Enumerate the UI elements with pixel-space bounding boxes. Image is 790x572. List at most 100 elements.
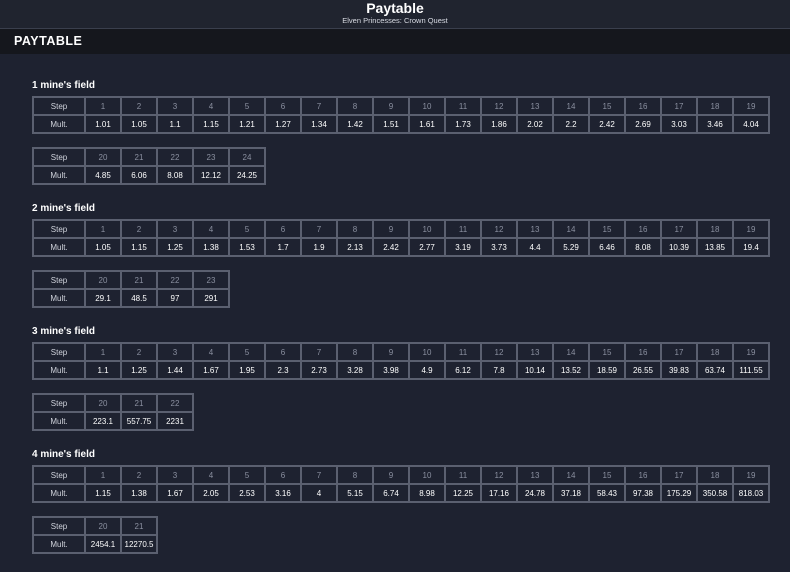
step-cell: 6 [265,97,301,115]
step-cell: 1 [85,97,121,115]
step-cell: 20 [85,394,121,412]
step-cell: 9 [373,466,409,484]
multiplier-cell: 3.19 [445,238,481,256]
multiplier-cell: 17.16 [481,484,517,502]
multiplier-cell: 1.05 [121,115,157,133]
step-row: Step 20 21 22 23 [33,271,229,289]
multiplier-row-label: Mult. [33,289,85,307]
step-cell: 10 [409,220,445,238]
multiplier-cell: 13.85 [697,238,733,256]
step-cell: 21 [121,148,157,166]
step-cell: 7 [301,220,337,238]
step-row: Step 1 2 3 4 5 6 7 8 9 10 11 12 13 14 15 16 17 18 19 [33,220,769,238]
step-cell: 20 [85,271,121,289]
multiplier-cell: 1.1 [85,361,121,379]
step-cell: 12 [481,97,517,115]
multiplier-cell: 12.25 [445,484,481,502]
multiplier-row-label: Mult. [33,361,85,379]
multiplier-cell: 10.14 [517,361,553,379]
step-cell: 4 [193,97,229,115]
multiplier-cell: 58.43 [589,484,625,502]
multiplier-cell: 1.67 [157,484,193,502]
step-cell: 6 [265,343,301,361]
step-cell: 17 [661,220,697,238]
multiplier-cell: 2.53 [229,484,265,502]
multiplier-cell: 2.3 [265,361,301,379]
step-cell: 5 [229,343,265,361]
step-row-label: Step [33,220,85,238]
multiplier-row-label: Mult. [33,238,85,256]
step-cell: 19 [733,466,769,484]
multiplier-cell: 1.86 [481,115,517,133]
multiplier-cell: 12.12 [193,166,229,184]
multiplier-cell: 5.15 [337,484,373,502]
step-cell: 13 [517,466,553,484]
multiplier-cell: 4.9 [409,361,445,379]
multiplier-cell: 1.01 [85,115,121,133]
mine-field-section: 2 mine's field Step 1 2 3 4 5 6 7 8 9 10 11 12 13 14 15 1… [32,202,772,325]
step-cell: 14 [553,466,589,484]
mine-field-section: 3 mine's field Step 1 2 3 4 5 6 7 8 9 10 11 12 13 14 15 1… [32,325,772,448]
multiplier-cell: 1.27 [265,115,301,133]
step-cell: 15 [589,466,625,484]
multiplier-cell: 8.08 [157,166,193,184]
step-row: Step 20 21 22 23 24 [33,148,265,166]
multiplier-cell: 48.5 [121,289,157,307]
multiplier-row-label: Mult. [33,166,85,184]
multiplier-cell: 2.77 [409,238,445,256]
step-cell: 6 [265,220,301,238]
step-row-label: Step [33,466,85,484]
step-cell: 17 [661,97,697,115]
multiplier-row: Mult. 1.05 1.15 1.25 1.38 1.53 1.7 1.9 2.13 2.42 2… [33,238,769,256]
multiplier-cell: 1.7 [265,238,301,256]
step-cell: 18 [697,343,733,361]
step-cell: 16 [625,97,661,115]
game-subtitle: Elven Princesses: Crown Quest [342,16,448,25]
field-title: 1 mine's field [32,80,95,91]
section-header-label: PAYTABLE [14,34,83,48]
multiplier-row-label: Mult. [33,115,85,133]
step-row: Step 20 21 [33,517,157,535]
multiplier-row: Mult. 1.1 1.25 1.44 1.67 1.95 2.3 2.73 3.28 3.98 4… [33,361,769,379]
step-cell: 17 [661,466,697,484]
multiplier-cell: 1.21 [229,115,265,133]
mine-field-section: 1 mine's field Step 1 2 3 4 5 6 7 8 9 10 11 12 13 14 15 1… [32,79,772,202]
multiplier-cell: 5.29 [553,238,589,256]
paytable-table: Step 1 2 3 4 5 6 7 8 9 10 11 12 13 14 15 16 17 18 19 Mult. 1.… [32,465,770,503]
step-cell: 20 [85,148,121,166]
step-row: Step 1 2 3 4 5 6 7 8 9 10 11 12 13 14 15 16 17 18 19 [33,343,769,361]
paytable-content: 1 mine's field Step 1 2 3 4 5 6 7 8 9 10 11 12 13 14 15 1… [32,79,772,571]
multiplier-cell: 2.2 [553,115,589,133]
multiplier-cell: 12270.5 [121,535,157,553]
step-cell: 7 [301,97,337,115]
step-row: Step 1 2 3 4 5 6 7 8 9 10 11 12 13 14 15 16 17 18 19 [33,97,769,115]
section-header: PAYTABLE [0,29,790,54]
multiplier-cell: 1.44 [157,361,193,379]
step-row-label: Step [33,394,85,412]
step-cell: 21 [121,394,157,412]
step-row: Step 1 2 3 4 5 6 7 8 9 10 11 12 13 14 15 16 17 18 19 [33,466,769,484]
step-cell: 3 [157,220,193,238]
step-cell: 16 [625,343,661,361]
step-cell: 18 [697,466,733,484]
multiplier-cell: 2.05 [193,484,229,502]
step-cell: 14 [553,220,589,238]
multiplier-cell: 4 [301,484,337,502]
multiplier-cell: 1.15 [85,484,121,502]
paytable-table: Step 20 21 22 23 24 Mult. 4.85 6.06 8.08 12.12 24.2… [32,147,266,185]
step-row: Step 20 21 22 [33,394,193,412]
step-cell: 7 [301,343,337,361]
multiplier-cell: 3.98 [373,361,409,379]
multiplier-cell: 1.34 [301,115,337,133]
step-cell: 19 [733,97,769,115]
step-cell: 13 [517,97,553,115]
step-cell: 6 [265,466,301,484]
page-title: Paytable [366,0,424,16]
step-cell: 23 [193,148,229,166]
step-cell: 7 [301,466,337,484]
step-cell: 19 [733,220,769,238]
step-cell: 3 [157,466,193,484]
